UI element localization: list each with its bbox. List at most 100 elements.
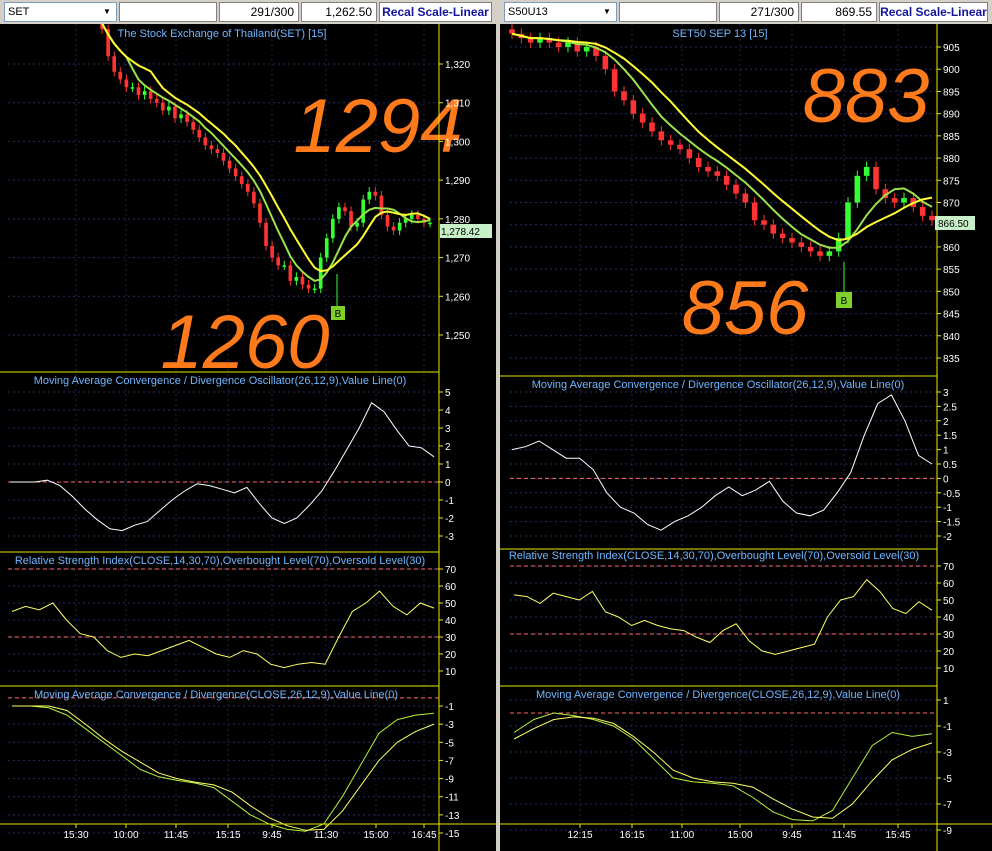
right-candle-body — [798, 242, 805, 247]
right-candle-body — [919, 206, 926, 216]
chevron-down-icon[interactable]: ▼ — [100, 4, 114, 20]
left-x-tick-label: 15:30 — [63, 830, 88, 841]
left-x-tick-label: 15:00 — [363, 830, 388, 841]
left-candle-body — [416, 214, 420, 219]
left-candle-body — [179, 114, 183, 119]
right-candle-body — [555, 42, 562, 47]
left-y-tick-label: -7 — [445, 756, 454, 767]
left-chart[interactable]: The Stock Exchange of Thailand(SET) [15]… — [0, 24, 496, 851]
left-candle-body — [294, 276, 299, 281]
left-x-tick-label: 10:00 — [113, 830, 138, 841]
left-candle-body — [173, 106, 177, 119]
right-y-tick-label: 1 — [943, 696, 949, 707]
left-candle-body — [148, 91, 153, 99]
left-y-tick-label: 1,270 — [445, 254, 470, 265]
left-candle-body — [270, 245, 274, 258]
right-annotation-low: 856 — [682, 266, 810, 351]
left-candle-body — [324, 238, 329, 258]
right-candle-body — [901, 198, 907, 203]
right-candle-body — [705, 166, 711, 172]
left-candle-body — [282, 265, 287, 267]
left-candle-body — [185, 114, 189, 123]
left-candle-body — [331, 218, 335, 239]
left-candle-body — [203, 137, 208, 146]
left-candle-body — [197, 129, 202, 138]
right-y-tick-label: 10 — [943, 664, 955, 675]
right-y-tick-label: 30 — [943, 630, 955, 641]
right-x-tick-label: 16:15 — [619, 830, 644, 841]
right-y-tick-label: 860 — [943, 243, 960, 254]
left-y-tick-label: -3 — [445, 720, 454, 731]
left-recal-scale-button[interactable]: Recal Scale-Linear — [379, 2, 492, 22]
right-y-tick-label: 895 — [943, 87, 960, 98]
left-candle-body — [130, 87, 135, 89]
right-rsi-title: Relative Strength Index(CLOSE,14,30,70),… — [509, 550, 919, 562]
right-candle-body — [733, 184, 739, 194]
right-candle-body — [863, 166, 870, 176]
right-x-tick-label: 15:45 — [885, 830, 910, 841]
left-x-tick-label: 16:45 — [411, 830, 436, 841]
left-y-tick-label: -1 — [445, 496, 454, 507]
left-y-tick-label: 70 — [445, 565, 457, 576]
right-candle-body — [789, 238, 795, 243]
right-y-tick-label: 1.5 — [943, 431, 957, 442]
right-y-tick-label: -3 — [943, 748, 952, 759]
right-candle-body — [891, 198, 898, 203]
right-chart[interactable]: SET50 SEP 13 [15] 883 856 B 905 900 895 890… — [500, 24, 992, 851]
left-candle-body — [385, 214, 390, 227]
left-y-tick-label: 50 — [445, 599, 457, 610]
right-recal-scale-button[interactable]: Recal Scale-Linear — [879, 2, 988, 22]
left-marker-label: B — [335, 309, 342, 320]
right-y-tick-label: 60 — [943, 579, 955, 590]
right-price-title: SET50 SEP 13 [15] — [672, 28, 767, 40]
right-y-tick-label: -1 — [943, 722, 952, 733]
left-macd-title: Moving Average Convergence / Divergence … — [34, 375, 407, 387]
right-x-tick-label: 11:45 — [832, 830, 857, 841]
left-candle-body — [154, 98, 159, 103]
left-candle-body — [245, 184, 250, 192]
right-y-tick-label: 845 — [943, 310, 960, 321]
right-candle-body — [779, 233, 786, 239]
left-candle-body — [391, 226, 396, 231]
right-x-tick-label: 11:00 — [670, 830, 695, 841]
right-marker-label: B — [841, 296, 848, 307]
left-y-tick-label: -2 — [445, 514, 454, 525]
right-y-tick-label: -2 — [943, 532, 952, 543]
right-y-tick-label: 50 — [943, 596, 955, 607]
left-y-tick-label: 30 — [445, 633, 457, 644]
left-symbol-combo[interactable]: SET ▼ — [4, 2, 117, 22]
left-candle-body — [367, 191, 372, 200]
right-candle-body — [621, 91, 627, 101]
left-y-tick-label: 2 — [445, 442, 451, 453]
left-candle-body — [343, 207, 347, 212]
left-candle-body — [142, 91, 147, 95]
right-y-tick-label: 905 — [943, 43, 960, 54]
right-candle-body — [602, 55, 609, 70]
left-y-tick-label: 1,300 — [445, 137, 470, 148]
right-y-tick-label: 0 — [943, 474, 949, 485]
left-x-tick-label: 11:45 — [164, 830, 189, 841]
right-y-tick-label: 855 — [943, 265, 960, 276]
right-candle-body — [873, 166, 879, 190]
right-y-tick-label: 0.5 — [943, 460, 957, 471]
left-y-tick-label: -5 — [445, 738, 454, 749]
left-candle-body — [136, 87, 141, 95]
right-candle-body — [658, 131, 665, 141]
left-x-tick-label: 9:45 — [262, 830, 282, 841]
right-symbol-combo[interactable]: S50U13 ▼ — [504, 2, 617, 22]
left-y-tick-label: 10 — [445, 667, 457, 678]
right-toolbar: S50U13 ▼ 271/300 869.55 Recal Scale-Line… — [500, 0, 992, 24]
left-y-tick-label: 40 — [445, 616, 457, 627]
right-x-tick-label: 12:15 — [567, 830, 592, 841]
right-y-tick-label: 875 — [943, 176, 960, 187]
right-candle-body — [742, 193, 749, 203]
right-y-tick-label: 890 — [943, 110, 960, 121]
right-candle-body — [677, 144, 683, 150]
chevron-down-icon[interactable]: ▼ — [600, 4, 614, 20]
right-candle-body — [929, 215, 935, 221]
left-y-tick-label: -9 — [445, 775, 454, 786]
right-y-tick-label: 40 — [943, 613, 955, 624]
left-candle-body — [276, 257, 281, 266]
left-candle-body — [227, 160, 232, 169]
right-candle-body — [714, 171, 721, 176]
